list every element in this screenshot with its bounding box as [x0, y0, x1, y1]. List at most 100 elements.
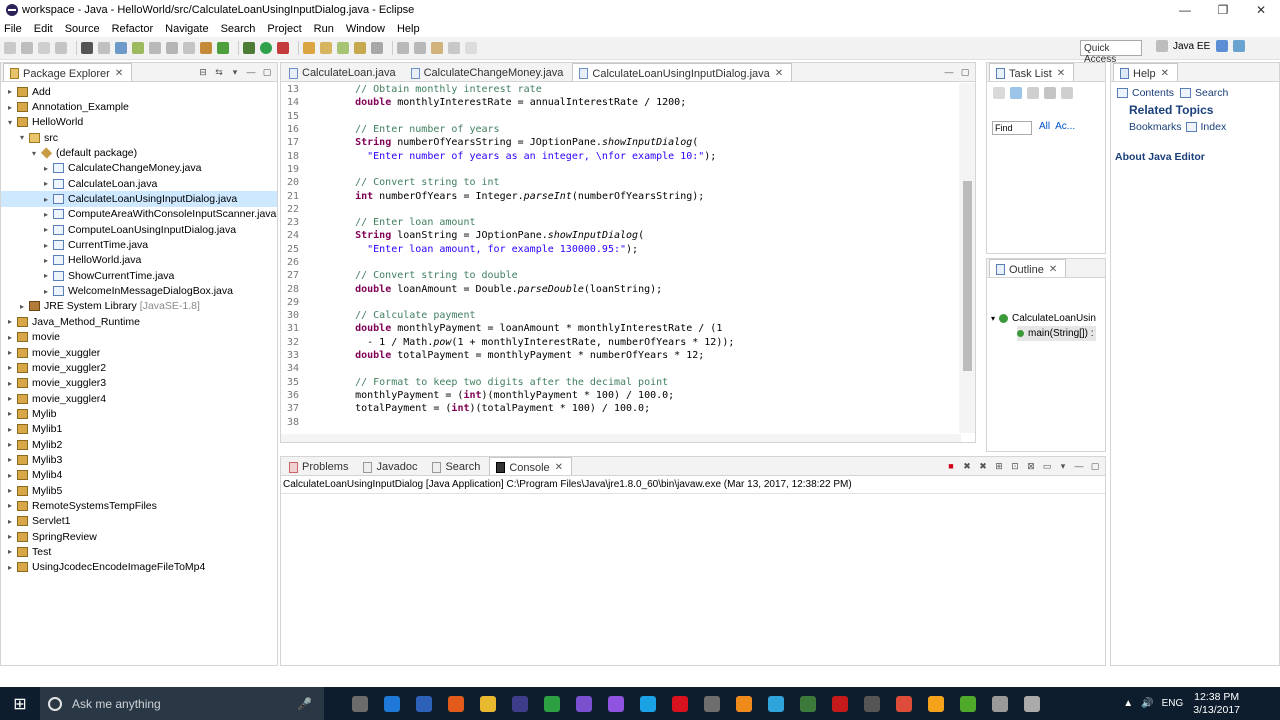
menu-source[interactable]: Source: [65, 23, 100, 35]
forward-icon[interactable]: [465, 42, 477, 54]
all-link[interactable]: All: [1039, 121, 1050, 132]
chevron-right-icon[interactable]: ▸: [5, 409, 15, 418]
save-icon[interactable]: [21, 42, 33, 54]
tab-problems[interactable]: Problems: [283, 457, 357, 475]
menu-project[interactable]: Project: [267, 23, 301, 35]
quick-access-field[interactable]: Quick Access: [1080, 40, 1142, 65]
show-whitespace-icon[interactable]: [166, 42, 178, 54]
toggle-mark-icon[interactable]: [115, 42, 127, 54]
taskbar-app-icon[interactable]: [954, 690, 982, 718]
perspective-label[interactable]: Java EE: [1173, 41, 1210, 52]
chevron-right-icon[interactable]: ▸: [5, 333, 15, 342]
code-line[interactable]: 36 monthlyPayment = (int)(monthlyPayment…: [281, 389, 957, 402]
tree-item[interactable]: ▾ src: [1, 130, 277, 145]
code-line[interactable]: 16 // Enter number of years: [281, 123, 957, 136]
chevron-right-icon[interactable]: ▸: [41, 225, 51, 234]
start-button[interactable]: ⊞: [0, 687, 40, 720]
cortana-search[interactable]: Ask me anything 🎤: [40, 687, 324, 720]
menu-edit[interactable]: Edit: [34, 23, 53, 35]
minimize-icon[interactable]: —: [1073, 460, 1085, 472]
code-line[interactable]: 33 double totalPayment = monthlyPayment …: [281, 349, 957, 362]
minimize-icon[interactable]: —: [943, 66, 955, 78]
activate-link[interactable]: Ac...: [1055, 121, 1075, 132]
tree-item[interactable]: ▸ SpringReview: [1, 529, 277, 544]
tree-item[interactable]: ▸ movie_xuggler4: [1, 391, 277, 406]
code-line[interactable]: 37 totalPayment = (int)(totalPayment * 1…: [281, 402, 957, 415]
volume-icon[interactable]: 🔊: [1141, 698, 1153, 709]
microphone-icon[interactable]: 🎤: [297, 697, 312, 711]
chevron-right-icon[interactable]: ▸: [5, 348, 15, 357]
menu-help[interactable]: Help: [397, 23, 420, 35]
taskbar-app-icon[interactable]: [666, 690, 694, 718]
taskbar-app-icon[interactable]: [602, 690, 630, 718]
clear-console-icon[interactable]: ⊡: [1009, 460, 1021, 472]
taskbar-app-icon[interactable]: [538, 690, 566, 718]
chevron-right-icon[interactable]: ▸: [41, 164, 51, 173]
chevron-right-icon[interactable]: ▸: [41, 210, 51, 219]
chevron-down-icon[interactable]: ▾: [5, 118, 15, 127]
chevron-right-icon[interactable]: ▸: [5, 501, 15, 510]
scroll-lock-icon[interactable]: ⊞: [993, 460, 1005, 472]
code-line[interactable]: 20 // Convert string to int: [281, 176, 957, 189]
about-java-editor-link[interactable]: About Java Editor: [1115, 151, 1205, 163]
tree-item[interactable]: ▸ Mylib5: [1, 483, 277, 498]
chevron-right-icon[interactable]: ▸: [5, 486, 15, 495]
tree-item[interactable]: ▸ Add: [1, 84, 277, 99]
chevron-right-icon[interactable]: ▸: [5, 363, 15, 372]
terminate-icon[interactable]: ■: [945, 460, 957, 472]
tree-item[interactable]: ▸ WelcomeInMessageDialogBox.java: [1, 283, 277, 298]
java-perspective-icon[interactable]: [1216, 40, 1229, 52]
run-icon[interactable]: [260, 42, 272, 54]
new-java-project-icon[interactable]: [303, 42, 315, 54]
chevron-right-icon[interactable]: ▸: [5, 455, 15, 464]
code-line[interactable]: 13 // Obtain monthly interest rate: [281, 83, 957, 96]
chevron-down-icon[interactable]: ▾: [991, 314, 995, 323]
code-line[interactable]: 19: [281, 163, 957, 176]
chevron-right-icon[interactable]: ▸: [5, 440, 15, 449]
maximize-button[interactable]: ❐: [1204, 0, 1242, 20]
code-line[interactable]: 38: [281, 415, 957, 428]
chevron-right-icon[interactable]: ▸: [5, 532, 15, 541]
taskbar-app-icon[interactable]: [762, 690, 790, 718]
tree-item[interactable]: ▸ Servlet1: [1, 514, 277, 529]
chevron-right-icon[interactable]: ▸: [5, 563, 15, 572]
tree-item[interactable]: ▸ Mylib4: [1, 468, 277, 483]
code-line[interactable]: 29: [281, 296, 957, 309]
scheduled-icon[interactable]: [1027, 87, 1039, 99]
tree-item[interactable]: ▸ ShowCurrentTime.java: [1, 268, 277, 283]
chevron-right-icon[interactable]: ▸: [41, 241, 51, 250]
chevron-right-icon[interactable]: ▸: [5, 425, 15, 434]
tree-item[interactable]: ▸ ComputeLoanUsingInputDialog.java: [1, 222, 277, 237]
clock[interactable]: 12:38 PM 3/13/2017: [1193, 691, 1240, 717]
code-line[interactable]: 34: [281, 362, 957, 375]
search-icon[interactable]: [371, 42, 383, 54]
collapse-all-icon[interactable]: ⊟: [197, 66, 209, 78]
taskbar-app-icon[interactable]: [890, 690, 918, 718]
chevron-down-icon[interactable]: ▾: [17, 133, 27, 142]
close-icon[interactable]: ✕: [555, 462, 563, 473]
close-icon[interactable]: ✕: [115, 68, 123, 79]
maximize-icon[interactable]: ▢: [959, 66, 971, 78]
chevron-right-icon[interactable]: ▸: [17, 302, 27, 311]
block-select-icon[interactable]: [149, 42, 161, 54]
collapse-all-icon[interactable]: [1061, 87, 1073, 99]
chevron-right-icon[interactable]: ▸: [5, 317, 15, 326]
tree-item[interactable]: ▸ Mylib3: [1, 452, 277, 467]
contents-link[interactable]: Contents: [1132, 87, 1174, 99]
code-line[interactable]: 30 // Calculate payment: [281, 309, 957, 322]
previous-annotation-icon[interactable]: [414, 42, 426, 54]
outline-class-row[interactable]: ▾ CalculateLoanUsin: [991, 311, 1096, 326]
taskbar-app-icon[interactable]: [474, 690, 502, 718]
tree-item[interactable]: ▸ Annotation_Example: [1, 99, 277, 114]
maximize-icon[interactable]: ▢: [1089, 460, 1101, 472]
close-button[interactable]: ✕: [1242, 0, 1280, 20]
chevron-right-icon[interactable]: ▸: [5, 471, 15, 480]
taskbar-app-icon[interactable]: [986, 690, 1014, 718]
menu-navigate[interactable]: Navigate: [165, 23, 208, 35]
taskbar-app-icon[interactable]: [794, 690, 822, 718]
new-task-icon[interactable]: [993, 87, 1005, 99]
maximize-icon[interactable]: ▢: [261, 66, 273, 78]
taskbar-app-icon[interactable]: [378, 690, 406, 718]
chevron-right-icon[interactable]: ▸: [41, 195, 51, 204]
code-line[interactable]: 32 - 1 / Math.pow(1 + monthlyInterestRat…: [281, 336, 957, 349]
